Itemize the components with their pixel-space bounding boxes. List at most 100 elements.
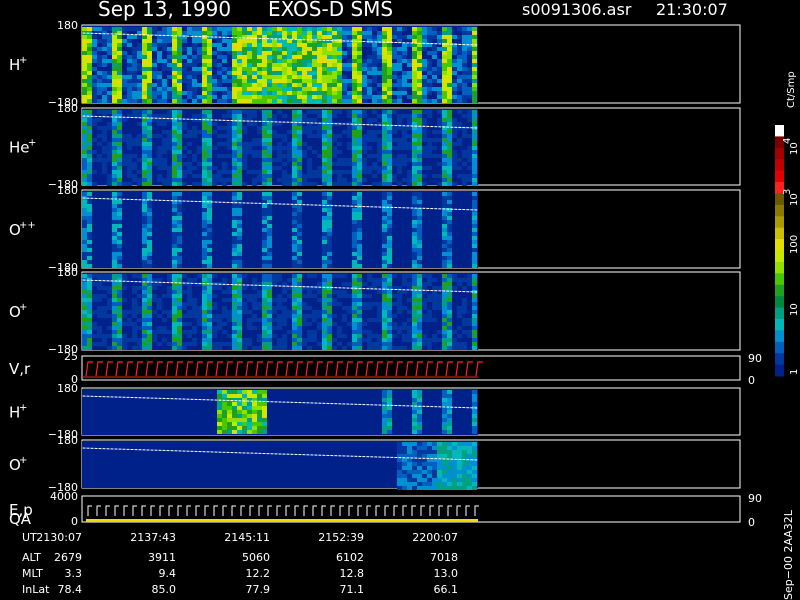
spectrogram-cell <box>202 43 207 47</box>
spectrogram-cell <box>232 35 237 39</box>
spectrogram-cell <box>112 166 117 170</box>
spectrogram-cell <box>462 478 467 482</box>
spectrogram-cell <box>207 150 212 154</box>
spectrogram-cell <box>437 122 442 126</box>
spectrogram-cell <box>117 59 122 63</box>
colorbar-cell <box>775 307 784 320</box>
table-cell: 2137:43 <box>130 531 176 544</box>
spectrogram-cell <box>147 134 152 138</box>
spectrogram-cell <box>262 110 267 114</box>
spectrogram-cell <box>92 59 97 63</box>
spectrogram-cell <box>382 278 387 282</box>
spectrogram-cell <box>177 138 182 142</box>
spectrogram-cell <box>192 39 197 43</box>
spectrogram-cell <box>422 342 427 346</box>
spectrogram-cell <box>132 59 137 63</box>
spectrogram-cell <box>132 174 137 178</box>
spectrogram-cell <box>357 256 362 260</box>
spectrogram-cell <box>112 216 117 220</box>
spectrogram-cell <box>452 482 457 486</box>
spectrogram-cell <box>397 47 402 51</box>
spectrogram-cell <box>87 294 92 298</box>
spectrogram-cell <box>172 178 177 182</box>
spectrogram-cell <box>282 59 287 63</box>
spectrogram-cell <box>92 298 97 302</box>
spectrogram-cell <box>302 31 307 35</box>
spectrogram-cell <box>222 134 227 138</box>
spectrogram-cell <box>262 91 267 95</box>
spectrogram-cell <box>422 59 427 63</box>
spectrogram-cell <box>132 346 137 350</box>
spectrogram-cell <box>332 35 337 39</box>
spectrogram-cell <box>412 414 417 418</box>
spectrogram-cell <box>202 342 207 346</box>
spectrogram-cell <box>412 322 417 326</box>
spectrogram-cell <box>102 150 107 154</box>
spectrogram-cell <box>422 450 427 454</box>
spectrogram-cell <box>292 75 297 79</box>
spectrogram-cell <box>152 43 157 47</box>
spectrogram-cell <box>412 130 417 134</box>
spectrogram-cell <box>447 51 452 55</box>
spectrogram-cell <box>182 174 187 178</box>
spectrogram-cell <box>427 91 432 95</box>
spectrogram-cell <box>157 298 162 302</box>
spectrogram-cell <box>422 338 427 342</box>
spectrogram-cell <box>442 71 447 75</box>
spectrogram-cell <box>352 306 357 310</box>
spectrogram-cell <box>162 142 167 146</box>
spectrogram-cell <box>462 71 467 75</box>
spectrogram-cell <box>342 75 347 79</box>
spectrogram-cell <box>277 39 282 43</box>
spectrogram-cell <box>177 228 182 232</box>
spectrogram-cell <box>367 318 372 322</box>
spectrogram-cell <box>212 166 217 170</box>
spectrogram-cell <box>212 75 217 79</box>
spectrogram-cell <box>357 330 362 334</box>
spectrogram-cell <box>427 278 432 282</box>
spectrogram-cell <box>147 208 152 212</box>
spectrogram-cell <box>282 55 287 59</box>
spectrogram-cell <box>282 162 287 166</box>
spectrogram-cell <box>442 244 447 248</box>
spectrogram-cell <box>387 170 392 174</box>
spectrogram-cell <box>287 83 292 87</box>
spectrogram-cell <box>467 39 472 43</box>
spectrogram-cell <box>297 260 302 264</box>
spectrogram-cell <box>267 134 272 138</box>
spectrogram-cell <box>262 294 267 298</box>
spectrogram-cell <box>142 192 147 196</box>
spectrogram-cell <box>302 306 307 310</box>
spectrogram-cell <box>412 302 417 306</box>
spectrogram-cell <box>352 264 357 268</box>
spectrogram-cell <box>87 306 92 310</box>
spectrogram-cell <box>262 422 267 426</box>
spectrogram-cell <box>82 51 87 55</box>
spectrogram-cell <box>127 99 132 103</box>
spectrogram-cell <box>377 55 382 59</box>
spectrogram-cell <box>272 318 277 322</box>
panel-6: H+180−180 <box>9 382 741 441</box>
spectrogram-cell <box>297 110 302 114</box>
spectrogram-cell <box>107 110 112 114</box>
spectrogram-cell <box>382 224 387 228</box>
spectrogram-cell <box>237 196 242 200</box>
spectrogram-cell <box>392 110 397 114</box>
spectrogram-cell <box>182 75 187 79</box>
spectrogram-cell <box>357 220 362 224</box>
spectrogram-cell <box>407 43 412 47</box>
table-row-label: MLT <box>22 567 43 580</box>
spectrogram-cell <box>467 75 472 79</box>
spectrogram-cell <box>337 182 342 186</box>
spectrogram-cell <box>352 314 357 318</box>
spectrogram-cell <box>257 43 262 47</box>
spectrogram-cell <box>302 182 307 186</box>
spectrogram-cell <box>307 130 312 134</box>
spectrogram-cell <box>322 274 327 278</box>
spectrogram-cell <box>107 39 112 43</box>
spectrogram-cell <box>472 216 477 220</box>
spectrogram-cell <box>382 290 387 294</box>
spectrogram-cell <box>112 178 117 182</box>
spectrogram-cell <box>212 346 217 350</box>
spectrogram-cell <box>182 47 187 51</box>
